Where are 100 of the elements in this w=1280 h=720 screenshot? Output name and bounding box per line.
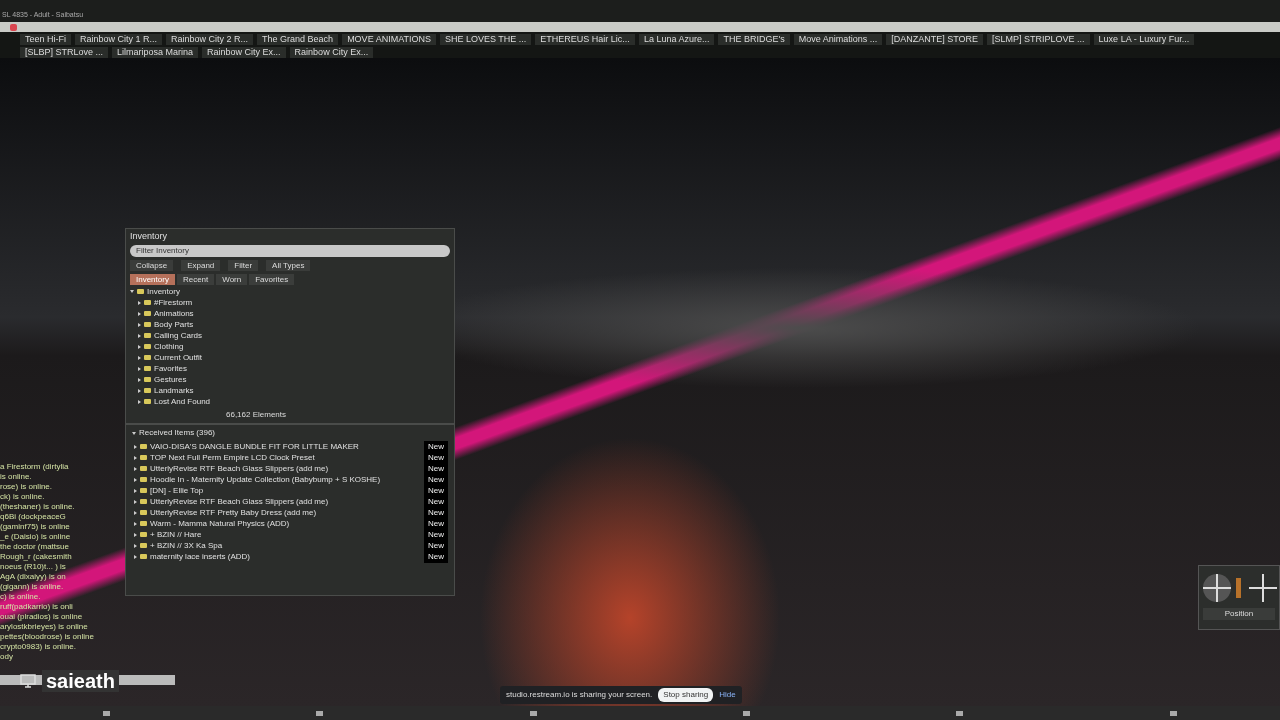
taskbar-icon[interactable] — [743, 710, 751, 716]
expand-arrow-icon[interactable] — [134, 444, 137, 449]
favorite-tab[interactable]: The Grand Beach — [257, 34, 339, 45]
chat-line: (gigann) is online. — [0, 582, 65, 592]
taskbar-icon[interactable] — [1169, 710, 1177, 716]
favorite-tab[interactable]: Luxe LA - Luxury Fur... — [1093, 34, 1195, 45]
collapse-arrow-icon[interactable] — [130, 290, 134, 293]
toolbar-button[interactable]: Expand — [181, 260, 221, 271]
chat-line: ruff(padkarrio) is onli — [0, 602, 74, 612]
taskbar-icon[interactable] — [956, 710, 964, 716]
chat-line: pettes(bloodrose) is online — [0, 632, 95, 642]
panel-title: Inventory — [129, 230, 169, 243]
inventory-tab[interactable]: Favorites — [249, 274, 295, 285]
received-item[interactable]: UtterlyRevise RTF Beach Glass Slippers (add me) — [150, 495, 329, 508]
chat-line: crypto0983) is online. — [0, 642, 78, 652]
chat-line: (theshaner) is online. — [0, 502, 76, 512]
expand-arrow-icon[interactable] — [134, 477, 137, 482]
taskbar-icon[interactable] — [529, 710, 537, 716]
received-item[interactable]: Hoodie In - Maternity Update Collection (Babybump + S KOSHE) — [150, 473, 381, 486]
favorite-tab[interactable]: Teen Hi-Fi — [20, 34, 71, 45]
chat-line: ck) is online. — [0, 492, 46, 502]
collapse-arrow-icon[interactable] — [132, 431, 136, 435]
expand-arrow-icon[interactable] — [138, 388, 141, 393]
received-item[interactable]: TOP Next Full Perm Empire LCD Clock Preset — [150, 451, 315, 464]
tree-item[interactable]: Landmarks — [154, 384, 194, 397]
inventory-tab[interactable]: Worn — [216, 274, 248, 285]
toolbar-button[interactable]: Filter — [228, 260, 259, 271]
tree-item[interactable]: Lost And Found — [154, 395, 211, 408]
favorite-tab[interactable]: [SLBP] STRLove ... — [20, 47, 109, 58]
expand-arrow-icon[interactable] — [134, 466, 137, 471]
chat-line: noeus (R10)t... ) is — [0, 562, 67, 572]
expand-arrow-icon[interactable] — [134, 499, 137, 504]
section-title: Received Items (396) — [139, 427, 216, 439]
expand-arrow-icon[interactable] — [138, 300, 141, 305]
tree-item[interactable]: Body Parts — [154, 318, 194, 331]
favorite-tab[interactable]: La Luna Azure... — [638, 34, 715, 45]
chat-line: a Firestorm (dirtylia — [0, 462, 70, 472]
expand-arrow-icon[interactable] — [138, 311, 141, 316]
expand-arrow-icon[interactable] — [134, 554, 137, 559]
received-item[interactable]: [DN] - Ellie Top — [150, 484, 204, 497]
tree-item[interactable]: Favorites — [154, 362, 187, 375]
expand-arrow-icon[interactable] — [138, 399, 141, 404]
received-item[interactable]: Warm - Mamma Natural Physics (ADD) — [150, 517, 290, 530]
chat-line: ouai (plradios) is online — [0, 612, 84, 622]
chat-line: c) is online. — [0, 592, 42, 602]
toolbar-button[interactable]: Collapse — [130, 260, 174, 271]
expand-arrow-icon[interactable] — [134, 455, 137, 460]
received-item[interactable]: VAIO-DISA'S DANGLE BUNDLE FIT FOR LITTLE MAKER — [150, 440, 359, 453]
expand-arrow-icon[interactable] — [134, 532, 137, 537]
expand-arrow-icon[interactable] — [138, 355, 141, 360]
received-item[interactable]: UtterlyRevise RTF Pretty Baby Dress (add me) — [150, 506, 317, 519]
favorite-tab[interactable]: Rainbow City 2 R... — [166, 34, 254, 45]
search-field[interactable]: Filter Inventory — [130, 245, 450, 257]
hide-button[interactable]: Hide — [719, 689, 736, 701]
taskbar-icon[interactable] — [316, 710, 324, 716]
favorite-tab[interactable]: [DANZANTE] STORE — [886, 34, 984, 45]
favorite-tab[interactable]: ETHEREUS Hair Lic... — [535, 34, 635, 45]
close-icon[interactable] — [10, 23, 17, 31]
received-item[interactable]: + BZIN // 3X Ka Spa — [150, 539, 223, 552]
favorite-tab[interactable]: THE BRIDGE's — [718, 34, 790, 45]
speaker-name: saieath — [42, 670, 119, 692]
chat-line: arylostkbrieyes) is online — [0, 622, 89, 632]
expand-arrow-icon[interactable] — [138, 377, 141, 382]
received-item[interactable]: maternity lace inserts (ADD) — [150, 550, 251, 563]
chat-line: is online. — [0, 472, 33, 482]
inventory-tab[interactable]: Inventory — [130, 274, 175, 285]
taskbar-icon[interactable] — [103, 710, 111, 716]
favorite-tab[interactable]: [SLMP] STRIPLOVE ... — [987, 34, 1090, 45]
tree-item[interactable]: Current Outfit — [154, 351, 202, 364]
tree-item[interactable]: Calling Cards — [154, 329, 203, 342]
favorite-tab[interactable]: Lilmariposa Marina — [112, 47, 199, 58]
received-item[interactable]: UtterlyRevise RTF Beach Glass Slippers (add me) — [150, 462, 329, 475]
expand-arrow-icon[interactable] — [134, 543, 137, 548]
chat-line: q6Bi (dockpeaceG — [0, 512, 67, 522]
favorite-tab[interactable]: Rainbow City Ex... — [202, 47, 286, 58]
expand-arrow-icon[interactable] — [138, 366, 141, 371]
tree-item[interactable]: Animations — [154, 307, 194, 320]
toolbar-button[interactable]: All Types — [266, 260, 311, 271]
position-label: Position — [1203, 608, 1275, 620]
tree-item[interactable]: Clothing — [154, 340, 184, 353]
favorite-tab[interactable]: MOVE ANIMATIONS — [342, 34, 436, 45]
tree-item[interactable]: Gestures — [154, 373, 187, 386]
favorite-tab[interactable]: Rainbow City Ex... — [289, 47, 374, 58]
expand-arrow-icon[interactable] — [134, 488, 137, 493]
expand-arrow-icon[interactable] — [134, 521, 137, 526]
expand-arrow-icon[interactable] — [138, 333, 141, 338]
stop-sharing-button[interactable]: Stop sharing — [658, 688, 714, 702]
tree-item[interactable]: Inventory — [147, 285, 180, 298]
share-message: studio.restream.io is sharing your screen. — [506, 689, 653, 701]
received-item[interactable]: + BZIN // Hare — [150, 528, 202, 541]
favorite-tab[interactable]: Rainbow City 1 R... — [75, 34, 163, 45]
tree-item[interactable]: #Firestorm — [154, 296, 193, 309]
expand-arrow-icon[interactable] — [138, 322, 141, 327]
inventory-tab[interactable]: Recent — [176, 274, 215, 285]
favorite-tab[interactable]: SHE LOVES THE ... — [439, 34, 532, 45]
favorite-tab[interactable]: Move Animations ... — [793, 34, 883, 45]
chat-line: AgA (dixaiyy) is on — [0, 572, 67, 582]
monitor-icon — [20, 674, 36, 688]
expand-arrow-icon[interactable] — [134, 510, 137, 515]
expand-arrow-icon[interactable] — [138, 344, 141, 349]
